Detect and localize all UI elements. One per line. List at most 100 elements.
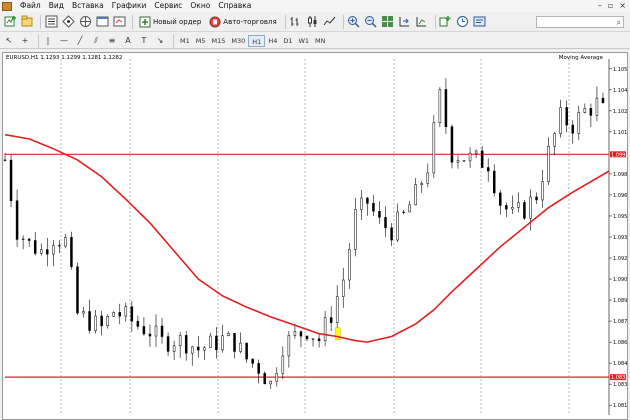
price-axis-label: 1.0980	[613, 172, 627, 178]
trendline-icon[interactable]: ╱	[74, 35, 86, 47]
label-icon[interactable]: T	[138, 35, 150, 47]
autoscroll-icon[interactable]	[415, 15, 429, 29]
channel-icon[interactable]: ⫽	[90, 35, 102, 47]
candle-body	[299, 331, 303, 337]
timeframe-m15[interactable]: M15	[209, 35, 229, 47]
price-axis-label: 1.0890	[613, 298, 627, 304]
fibonacci-icon[interactable]: ≡	[106, 35, 118, 47]
timeframe-h1[interactable]: H1	[248, 34, 266, 47]
candle-body	[583, 108, 587, 113]
price-axis-label: 1.0920	[613, 256, 627, 262]
zoom-in-icon[interactable]	[347, 15, 361, 29]
menu-tools[interactable]: Сервис	[150, 0, 186, 12]
chart-shift-icon[interactable]	[398, 15, 412, 29]
templates-icon[interactable]	[473, 15, 487, 29]
menu-charts[interactable]: Графики	[108, 0, 151, 12]
price-axis-label: 1.0950	[613, 214, 627, 220]
auto-trading-button[interactable]: Авто-торговля	[206, 14, 279, 30]
candle-body	[245, 342, 248, 360]
chart-window[interactable]: 1.1055 1.1040 1.1025 1.1010 1.0980 1.0965 1.09…	[2, 52, 628, 420]
terminal-icon[interactable]	[95, 15, 109, 29]
candle-body	[221, 335, 224, 351]
candle-body	[184, 335, 188, 354]
candle-body	[317, 338, 321, 341]
vertical-line-icon[interactable]: |	[42, 35, 54, 47]
periods-icon[interactable]	[456, 15, 470, 29]
menu-file[interactable]: Файл	[16, 0, 45, 12]
price-axis-label: 1.1055	[613, 67, 627, 73]
navigator-icon[interactable]	[78, 15, 92, 29]
price-axis-label: 1.0965	[613, 193, 627, 199]
candle-body	[100, 315, 103, 327]
candle-body	[450, 126, 454, 163]
price-axis-label: 1.0935	[613, 235, 627, 241]
toolbar-separator	[40, 14, 41, 29]
tile-windows-icon[interactable]	[381, 15, 395, 29]
restore-icon[interactable]: ▫	[608, 1, 613, 10]
candle-body	[130, 306, 134, 322]
candle-body	[33, 240, 37, 254]
candle-body	[305, 335, 309, 340]
candle-body	[547, 146, 550, 182]
candle-body	[414, 184, 417, 206]
bar-chart-icon[interactable]	[289, 15, 303, 29]
candle-body	[595, 97, 599, 116]
cursor-icon[interactable]: ↖	[3, 35, 15, 47]
candle-body	[360, 197, 363, 210]
candle-body	[190, 346, 194, 354]
price-chart[interactable]: 1.1055 1.1040 1.1025 1.1010 1.0980 1.0965 1.09…	[3, 53, 627, 419]
candle-body	[142, 326, 146, 335]
candle-body	[444, 89, 448, 127]
search-icon[interactable]: ⌕	[617, 18, 621, 28]
new-order-button[interactable]: Новый ордер	[136, 14, 204, 30]
timeframe-h4[interactable]: H4	[265, 35, 280, 47]
text-label-icon[interactable]: A	[122, 35, 134, 47]
indicator-label: Moving Average	[558, 55, 603, 61]
candle-body	[52, 245, 55, 255]
auto-trading-label: Авто-торговля	[223, 17, 277, 26]
toolbar-separator	[284, 14, 286, 29]
timeframe-mn[interactable]: MN	[312, 35, 328, 47]
timeframe-d1[interactable]: D1	[280, 35, 295, 47]
timeframe-m30[interactable]: M30	[228, 35, 248, 47]
menu-help[interactable]: Справка	[214, 0, 255, 12]
horizontal-line-icon[interactable]: —	[58, 35, 70, 47]
menu-insert[interactable]: Вставка	[68, 0, 108, 12]
timeframe-m5[interactable]: M5	[193, 35, 209, 47]
tester-icon[interactable]	[112, 15, 126, 29]
candle-body	[148, 333, 152, 337]
market-watch-icon[interactable]	[44, 15, 58, 29]
menu-view[interactable]: Вид	[45, 0, 68, 12]
candle-body	[94, 315, 97, 331]
price-level-label: 1.0994	[611, 152, 627, 158]
candle-body	[335, 296, 339, 323]
candle-body	[239, 342, 242, 352]
menu-window[interactable]: Окно	[186, 0, 214, 12]
candle-body	[257, 363, 260, 374]
arrow-shapes-icon[interactable]: ↘	[154, 35, 166, 47]
line-chart-icon[interactable]	[323, 15, 337, 29]
candle-body	[565, 107, 568, 126]
timeframe-w1[interactable]: W1	[295, 35, 312, 47]
candle-body	[70, 237, 73, 268]
minimize-icon[interactable]: –	[598, 1, 602, 10]
candle-body	[553, 133, 556, 147]
timeframe-m1[interactable]: M1	[177, 35, 193, 47]
new-chart-icon[interactable]	[3, 15, 17, 29]
price-axis-label: 1.1025	[613, 109, 627, 115]
candle-body	[178, 335, 182, 346]
candlestick-chart-icon[interactable]	[306, 15, 320, 29]
candle-body	[384, 217, 387, 228]
indicators-icon[interactable]	[439, 15, 453, 29]
data-window-icon[interactable]	[61, 15, 75, 29]
candle-body	[227, 333, 230, 336]
search-input[interactable]: ⌕	[536, 16, 624, 28]
crosshair-icon[interactable]: +	[19, 35, 31, 47]
candle-body	[438, 89, 442, 123]
candle-body	[499, 192, 502, 206]
profiles-icon[interactable]	[20, 15, 34, 29]
close-icon[interactable]: ×	[619, 1, 626, 10]
candle-body	[372, 203, 375, 212]
candle-body	[589, 108, 593, 116]
zoom-out-icon[interactable]	[364, 15, 378, 29]
